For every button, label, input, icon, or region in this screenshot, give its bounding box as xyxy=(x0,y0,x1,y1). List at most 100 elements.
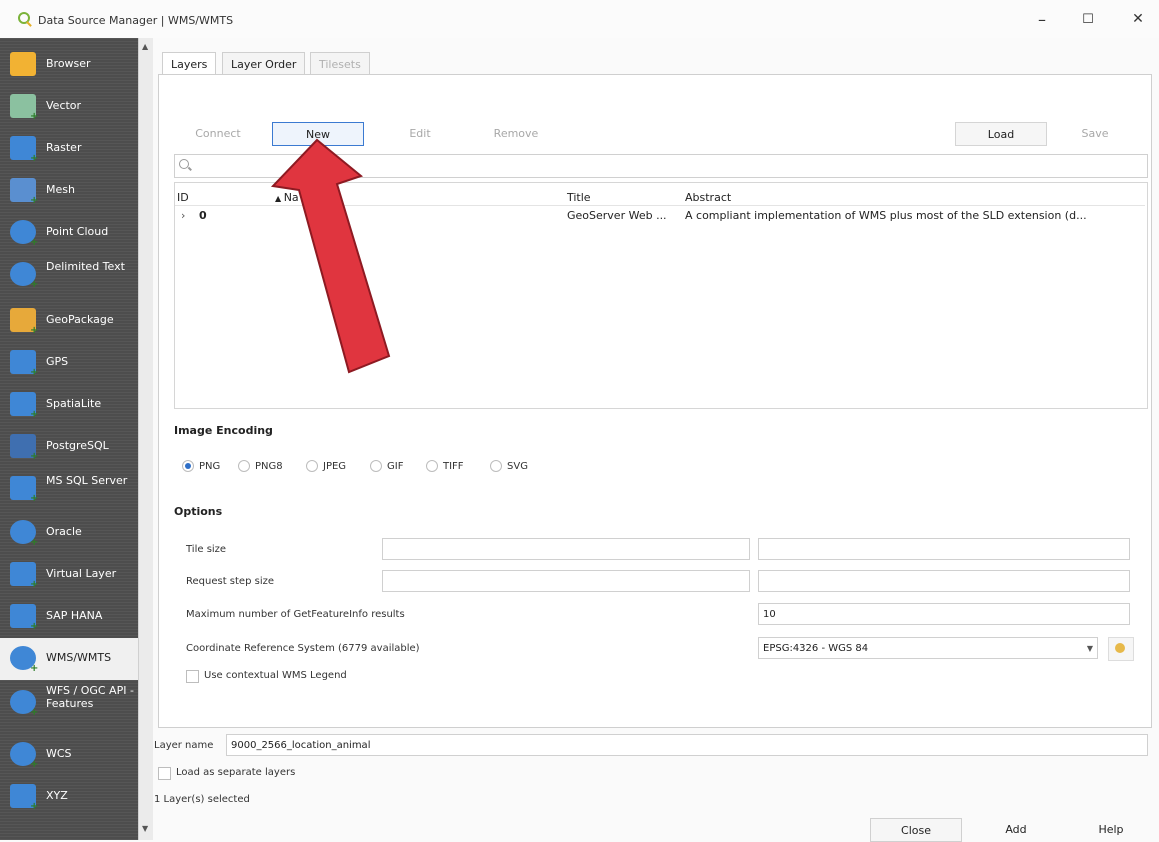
sidebar-item-label: Browser xyxy=(46,57,91,70)
crs-select[interactable]: EPSG:4326 - WGS 84 ▼ xyxy=(758,637,1098,659)
sidebar-item-point-cloud[interactable]: + Point Cloud xyxy=(0,212,138,254)
radio-dot xyxy=(306,460,318,472)
request-step-label: Request step size xyxy=(186,576,274,587)
sidebar-item-label: Delimited Text xyxy=(46,260,125,273)
expand-arrow-icon[interactable]: › xyxy=(181,209,185,222)
radio-dot xyxy=(370,460,382,472)
tab-layer-order[interactable]: Layer Order xyxy=(222,52,306,75)
virtual-layer-icon: + xyxy=(10,562,38,590)
sidebar-item-mssql[interactable]: + MS SQL Server xyxy=(0,468,138,510)
radio-dot xyxy=(426,460,438,472)
contextual-legend-label: Use contextual WMS Legend xyxy=(204,670,347,681)
table-row-id[interactable]: 0 xyxy=(199,209,207,222)
sidebar-item-postgresql[interactable]: + PostgreSQL xyxy=(0,426,138,468)
sidebar-item-label: MS SQL Server xyxy=(46,474,128,487)
radio-dot xyxy=(182,460,194,472)
wfs-globe-icon: + xyxy=(10,690,38,718)
wms-globe-icon: + xyxy=(10,646,38,674)
arrow-shape xyxy=(270,138,391,374)
remove-button[interactable]: Remove xyxy=(476,122,556,144)
tile-width-field[interactable] xyxy=(382,538,750,560)
max-featureinfo-field[interactable]: 10 xyxy=(758,603,1130,625)
sidebar-item-label: XYZ xyxy=(46,789,68,802)
geopackage-icon: + xyxy=(10,308,38,336)
sidebar-item-label: GeoPackage xyxy=(46,313,114,326)
sidebar-item-vector[interactable]: + Vector xyxy=(0,86,138,128)
contextual-legend-checkbox[interactable] xyxy=(186,670,199,683)
sidebar-item-gps[interactable]: + GPS xyxy=(0,342,138,384)
layer-name-label: Layer name xyxy=(154,740,214,751)
maximize-button[interactable]: ☐ xyxy=(1068,6,1108,32)
close-window-button[interactable]: ✕ xyxy=(1118,6,1158,32)
sidebar-scrollbar[interactable] xyxy=(138,38,153,840)
minimize-button[interactable]: – xyxy=(1022,6,1062,32)
sidebar-item-oracle[interactable]: + Oracle xyxy=(0,512,138,554)
sidebar-item-sap-hana[interactable]: + SAP HANA xyxy=(0,596,138,638)
sidebar-item-label: SAP HANA xyxy=(46,609,103,622)
crs-globe-icon xyxy=(1115,643,1125,653)
step-width-field[interactable] xyxy=(382,570,750,592)
add-button[interactable]: Add xyxy=(976,818,1056,840)
spatialite-icon: + xyxy=(10,392,38,420)
save-button[interactable]: Save xyxy=(1055,122,1135,144)
radio-label: TIFF xyxy=(443,460,464,472)
separate-layers-checkbox[interactable] xyxy=(158,767,171,780)
crs-selector-button[interactable] xyxy=(1108,637,1134,661)
sidebar-item-mesh[interactable]: + Mesh xyxy=(0,170,138,212)
sidebar-item-wms-wmts[interactable]: + WMS/WMTS xyxy=(0,638,138,680)
title-bar: Data Source Manager | WMS/WMTS – ☐ ✕ xyxy=(0,0,1159,38)
table-row-title[interactable]: GeoServer Web ... xyxy=(567,209,667,222)
scroll-up-arrow-icon[interactable]: ▲ xyxy=(142,42,148,51)
sidebar-item-wcs[interactable]: + WCS xyxy=(0,734,138,776)
radio-tiff[interactable]: TIFF xyxy=(426,460,464,472)
layer-name-input[interactable]: 9000_2566_location_animal xyxy=(226,734,1148,756)
sidebar-item-browser[interactable]: Browser xyxy=(0,44,138,86)
column-header-id[interactable]: ID xyxy=(177,191,189,204)
radio-gif[interactable]: GIF xyxy=(370,460,403,472)
sidebar-item-label: Virtual Layer xyxy=(46,567,117,580)
sidebar-item-label: PostgreSQL xyxy=(46,439,109,452)
scroll-down-arrow-icon[interactable]: ▼ xyxy=(142,824,148,833)
sidebar-item-virtual-layer[interactable]: + Virtual Layer xyxy=(0,554,138,596)
sidebar-item-spatialite[interactable]: + SpatiaLite xyxy=(0,384,138,426)
red-annotation-arrow-icon xyxy=(270,138,391,374)
step-height-field[interactable] xyxy=(758,570,1130,592)
connect-button[interactable]: Connect xyxy=(178,122,258,144)
qgis-logo-icon xyxy=(18,12,30,24)
column-header-abstract[interactable]: Abstract xyxy=(685,191,731,204)
crs-label: Coordinate Reference System (6779 availa… xyxy=(186,643,420,654)
sidebar-item-label: Mesh xyxy=(46,183,75,196)
sidebar-item-label: GPS xyxy=(46,355,69,368)
sidebar-item-geopackage[interactable]: + GeoPackage xyxy=(0,300,138,342)
radio-label: PNG xyxy=(199,460,221,472)
radio-svg[interactable]: SVG xyxy=(490,460,528,472)
separate-layers-label: Load as separate layers xyxy=(176,767,296,778)
load-button[interactable]: Load xyxy=(955,122,1047,146)
radio-png8[interactable]: PNG8 xyxy=(238,460,283,472)
sidebar-item-raster[interactable]: + Raster xyxy=(0,128,138,170)
radio-dot xyxy=(238,460,250,472)
column-header-title[interactable]: Title xyxy=(567,191,591,204)
sidebar-item-label: SpatiaLite xyxy=(46,397,102,410)
tile-height-field[interactable] xyxy=(758,538,1130,560)
sap-hana-icon: + xyxy=(10,604,38,632)
selection-status: 1 Layer(s) selected xyxy=(154,794,250,805)
radio-png[interactable]: PNG xyxy=(182,460,220,472)
close-button[interactable]: Close xyxy=(870,818,962,842)
sidebar-item-label: Raster xyxy=(46,141,82,154)
sidebar-item-xyz[interactable]: + XYZ xyxy=(0,776,138,818)
sidebar-item-delimited-text[interactable]: + Delimited Text xyxy=(0,254,138,296)
radio-jpeg[interactable]: JPEG xyxy=(306,460,346,472)
radio-label: SVG xyxy=(507,460,528,472)
sidebar-item-label: Vector xyxy=(46,99,82,112)
delimited-text-icon: + xyxy=(10,262,38,290)
help-button[interactable]: Help xyxy=(1076,818,1146,840)
radio-label: JPEG xyxy=(323,460,347,472)
tab-layers[interactable]: Layers xyxy=(162,52,217,75)
oracle-icon: + xyxy=(10,520,38,548)
table-row-abstract[interactable]: A compliant implementation of WMS plus m… xyxy=(685,209,1087,222)
sidebar-item-wfs[interactable]: + WFS / OGC API - Features xyxy=(0,682,138,724)
tab-tilesets[interactable]: Tilesets xyxy=(310,52,370,75)
sidebar-item-label: WMS/WMTS xyxy=(46,651,112,664)
sidebar-item-label: Point Cloud xyxy=(46,225,109,238)
